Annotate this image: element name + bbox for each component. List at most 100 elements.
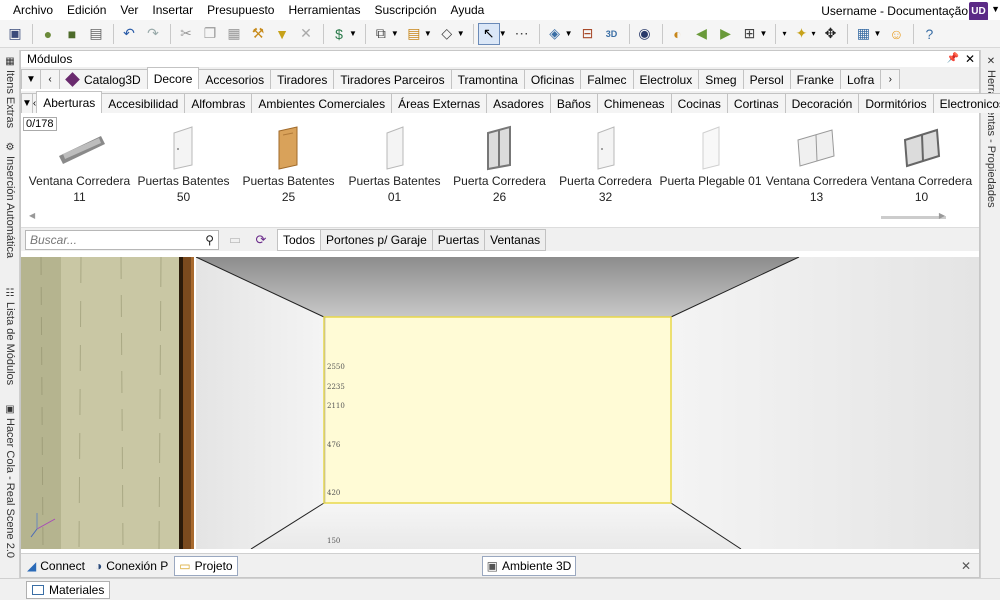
tab-tiradores-parceiros[interactable]: Tiradores Parceiros: [333, 69, 452, 89]
menu-insertar[interactable]: Insertar: [145, 0, 200, 20]
tab-ambiente-3d[interactable]: ▣ Ambiente 3D: [481, 555, 577, 576]
tab-catalog3d[interactable]: Catalog3D: [59, 69, 148, 89]
render-box-icon[interactable]: ■: [61, 23, 83, 45]
dock-tab-insercion-automatica[interactable]: ⚙ Inserción Automática: [1, 140, 19, 258]
tab-areas-externas[interactable]: Áreas Externas: [391, 93, 488, 113]
camera-icon[interactable]: ◐: [667, 23, 689, 45]
tab-persol[interactable]: Persol: [742, 69, 791, 89]
module-item[interactable]: Puerta Plegable 01: [658, 125, 763, 189]
dock-tab-lista-modulos[interactable]: ☷ Lista de Módulos: [1, 286, 19, 385]
tab-tiradores[interactable]: Tiradores: [270, 69, 335, 89]
delete-icon[interactable]: ✕: [295, 23, 317, 45]
tab-cocinas[interactable]: Cocinas: [670, 93, 728, 113]
tab-alfombras[interactable]: Alfombras: [184, 93, 253, 113]
tab-chimeneas[interactable]: Chimeneas: [596, 93, 672, 113]
chevron-down-icon[interactable]: ▼: [349, 29, 357, 38]
render-tree-icon[interactable]: ●: [37, 23, 59, 45]
tab-accesorios[interactable]: Accesorios: [198, 69, 272, 89]
chevron-down-icon[interactable]: ▼: [760, 29, 768, 38]
module-item[interactable]: Ventana Corredera 11: [27, 125, 132, 205]
tab-dormitorios[interactable]: Dormitórios: [858, 93, 934, 113]
print-icon[interactable]: ▤: [85, 23, 107, 45]
tab-tramontina[interactable]: Tramontina: [450, 69, 525, 89]
arrow-left-icon[interactable]: ◀: [691, 23, 713, 45]
scrollbar-thumb[interactable]: [881, 216, 946, 219]
tab-decoracion[interactable]: Decoración: [784, 93, 860, 113]
copy-icon[interactable]: ❐: [199, 23, 221, 45]
module-item[interactable]: Puertas Batentes 01: [342, 125, 447, 205]
chevron-down-icon[interactable]: ▼: [565, 29, 573, 38]
filter-puertas[interactable]: Puertas: [431, 228, 486, 251]
tab-franke[interactable]: Franke: [789, 69, 841, 89]
user-menu-chevron-icon[interactable]: ▼: [991, 4, 1000, 14]
tab-projeto[interactable]: ▭ Projeto: [174, 555, 238, 576]
shape-icon[interactable]: ◇: [436, 23, 458, 45]
chevron-down-icon[interactable]: ▼: [873, 29, 881, 38]
tab-connect[interactable]: ◢ Connect: [23, 556, 89, 576]
tab-falmec[interactable]: Falmec: [580, 69, 634, 89]
user-avatar[interactable]: UD: [969, 2, 988, 21]
search-input[interactable]: Buscar... ⚲: [25, 229, 219, 250]
budget-icon[interactable]: $: [328, 23, 350, 45]
eye-icon[interactable]: ◉: [634, 23, 656, 45]
pin-icon[interactable]: 📌: [947, 51, 959, 67]
tab-smeg[interactable]: Smeg: [698, 69, 744, 89]
frame-icon[interactable]: ⊞: [739, 23, 761, 45]
menu-presupuesto[interactable]: Presupuesto: [200, 0, 281, 20]
viewport-3d[interactable]: 2550 2235 2110 476 420 150: [21, 257, 979, 549]
help-icon[interactable]: ?: [918, 23, 940, 45]
tab-electrolux[interactable]: Electrolux: [632, 69, 700, 89]
select-cursor-icon[interactable]: ↖: [477, 22, 500, 45]
tab-oficinas[interactable]: Oficinas: [523, 69, 582, 89]
menu-archivo[interactable]: Archivo: [6, 0, 60, 20]
user-icon[interactable]: ☺: [885, 23, 907, 45]
chevron-down-icon[interactable]: ▼: [499, 29, 507, 38]
paste-icon[interactable]: ▦: [223, 23, 245, 45]
refresh-icon[interactable]: ⟳: [251, 232, 271, 248]
username-label[interactable]: Username - Documentação: [821, 0, 968, 22]
tab-ambientes-comerciales[interactable]: Ambientes Comerciales: [251, 93, 393, 113]
menu-ver[interactable]: Ver: [113, 0, 145, 20]
save-icon[interactable]: ▣: [4, 23, 26, 45]
measure-icon[interactable]: ⋯: [511, 23, 533, 45]
tab-banos[interactable]: Baños: [549, 93, 598, 113]
close-icon[interactable]: ✕: [965, 51, 975, 67]
move-icon[interactable]: ✥: [819, 23, 841, 45]
tab-lofra[interactable]: Lofra: [839, 69, 882, 89]
chevron-down-icon[interactable]: ▾: [782, 29, 786, 38]
module-item[interactable]: Puertas Batentes 50: [131, 125, 236, 205]
tab-electronicos[interactable]: Electronicos: [932, 93, 1000, 113]
scroll-right-icon[interactable]: ▶: [939, 211, 945, 220]
filter-todos[interactable]: Todos: [277, 228, 322, 251]
dock-tab-hacer-cola[interactable]: ▣ Hacer Cola - Real Scene 2.0: [1, 402, 19, 558]
menu-ayuda[interactable]: Ayuda: [444, 0, 492, 20]
paint-roller-icon[interactable]: ▼: [271, 23, 293, 45]
module-item[interactable]: Ventana Corredera 10: [869, 125, 974, 205]
menu-herramientas[interactable]: Herramientas: [281, 0, 367, 20]
layout-icon[interactable]: ⧉: [370, 23, 392, 45]
catalog-scroll-right-icon[interactable]: ›: [880, 69, 901, 89]
undo-icon[interactable]: ↶: [118, 23, 140, 45]
lock-icon[interactable]: ▭: [225, 232, 245, 248]
layers-icon[interactable]: ◈: [544, 23, 566, 45]
tab-accesibilidad[interactable]: Accesibilidad: [101, 93, 186, 113]
dock-tab-herramientas-propiedades[interactable]: ✕ Herramientas - Propiedades: [982, 54, 1000, 208]
module-item[interactable]: Puerta Corredera 26: [447, 125, 552, 205]
module-item[interactable]: Puertas Batentes 25: [236, 125, 341, 205]
search-icon[interactable]: ⚲: [205, 233, 214, 247]
menu-edicion[interactable]: Edición: [60, 0, 113, 20]
tab-decore[interactable]: Decore: [146, 67, 200, 89]
module-item[interactable]: Puerta Corredera 32: [553, 125, 658, 205]
tab-conexion-p[interactable]: ◑ Conexión P: [91, 556, 172, 576]
materiales-button[interactable]: Materiales: [26, 581, 111, 599]
hammer-icon[interactable]: ⚒: [247, 23, 269, 45]
close-icon[interactable]: ✕: [961, 559, 971, 573]
align-icon[interactable]: ▤: [403, 23, 425, 45]
tab-cortinas[interactable]: Cortinas: [726, 93, 786, 113]
elevation-icon[interactable]: ⊟: [577, 23, 599, 45]
arrow-right-icon[interactable]: ▶: [715, 23, 737, 45]
gallery-scrollbar[interactable]: ◀ ▶: [29, 211, 959, 220]
chevron-down-icon[interactable]: ▼: [457, 29, 465, 38]
menu-suscripcion[interactable]: Suscripción: [368, 0, 444, 20]
light-icon[interactable]: ✦: [790, 23, 812, 45]
